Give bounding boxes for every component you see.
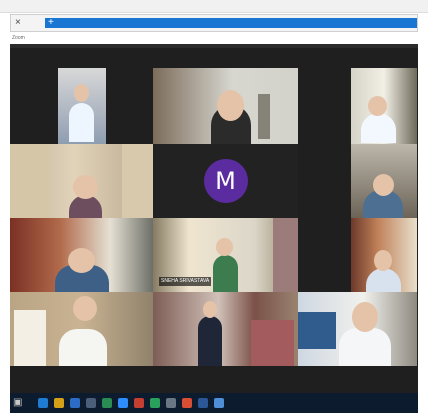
taskbar-calendar-icon[interactable] (102, 398, 112, 408)
participant-video-7[interactable]: SNEHA SRIVASTAVA (153, 218, 298, 292)
taskbar-store-icon[interactable] (70, 398, 80, 408)
participant-video-2[interactable] (153, 68, 298, 144)
participant-avatar-icon: M (203, 159, 248, 203)
video-gallery: M SNEHA SRIVASTAVA (10, 48, 418, 366)
participant-video-8[interactable] (351, 218, 417, 292)
address-bar[interactable]: + (45, 17, 417, 29)
participant-video-1[interactable] (58, 68, 106, 144)
taskbar-photos-icon[interactable] (182, 398, 192, 408)
taskbar-mail-icon[interactable] (86, 398, 96, 408)
participant-video-11[interactable] (298, 292, 417, 366)
close-tab-icon[interactable]: × (15, 17, 21, 29)
taskbar-settings-icon[interactable] (166, 398, 176, 408)
taskbar-chrome-icon[interactable] (134, 398, 144, 408)
zoom-meeting-window: M SNEHA SRIVASTAVA ▣ (10, 44, 418, 413)
participant-video-4[interactable] (10, 144, 153, 218)
taskbar-folder-icon[interactable] (54, 398, 64, 408)
participant-video-avatar[interactable]: M (153, 144, 298, 218)
participant-video-3[interactable] (351, 68, 417, 144)
browser-toolbar: × + (10, 14, 418, 32)
plus-icon[interactable]: + (48, 17, 54, 29)
participant-video-10[interactable] (153, 292, 298, 366)
taskbar-zoom-icon[interactable] (118, 398, 128, 408)
participant-name-tag: SNEHA SRIVASTAVA (159, 277, 212, 286)
taskbar-word-icon[interactable] (198, 398, 208, 408)
windows-taskbar: ▣ (10, 393, 418, 413)
participant-video-6[interactable] (10, 218, 153, 292)
browser-top-strip (0, 0, 428, 13)
taskbar-edge-icon[interactable] (38, 398, 48, 408)
participant-video-9[interactable] (10, 292, 153, 366)
participant-video-5[interactable] (351, 144, 417, 218)
avatar-initial: M (215, 167, 236, 195)
page-label: Zoom (12, 35, 25, 41)
start-icon[interactable]: ▣ (13, 397, 22, 409)
taskbar-whatsapp-icon[interactable] (150, 398, 160, 408)
taskbar-app-icon[interactable] (214, 398, 224, 408)
